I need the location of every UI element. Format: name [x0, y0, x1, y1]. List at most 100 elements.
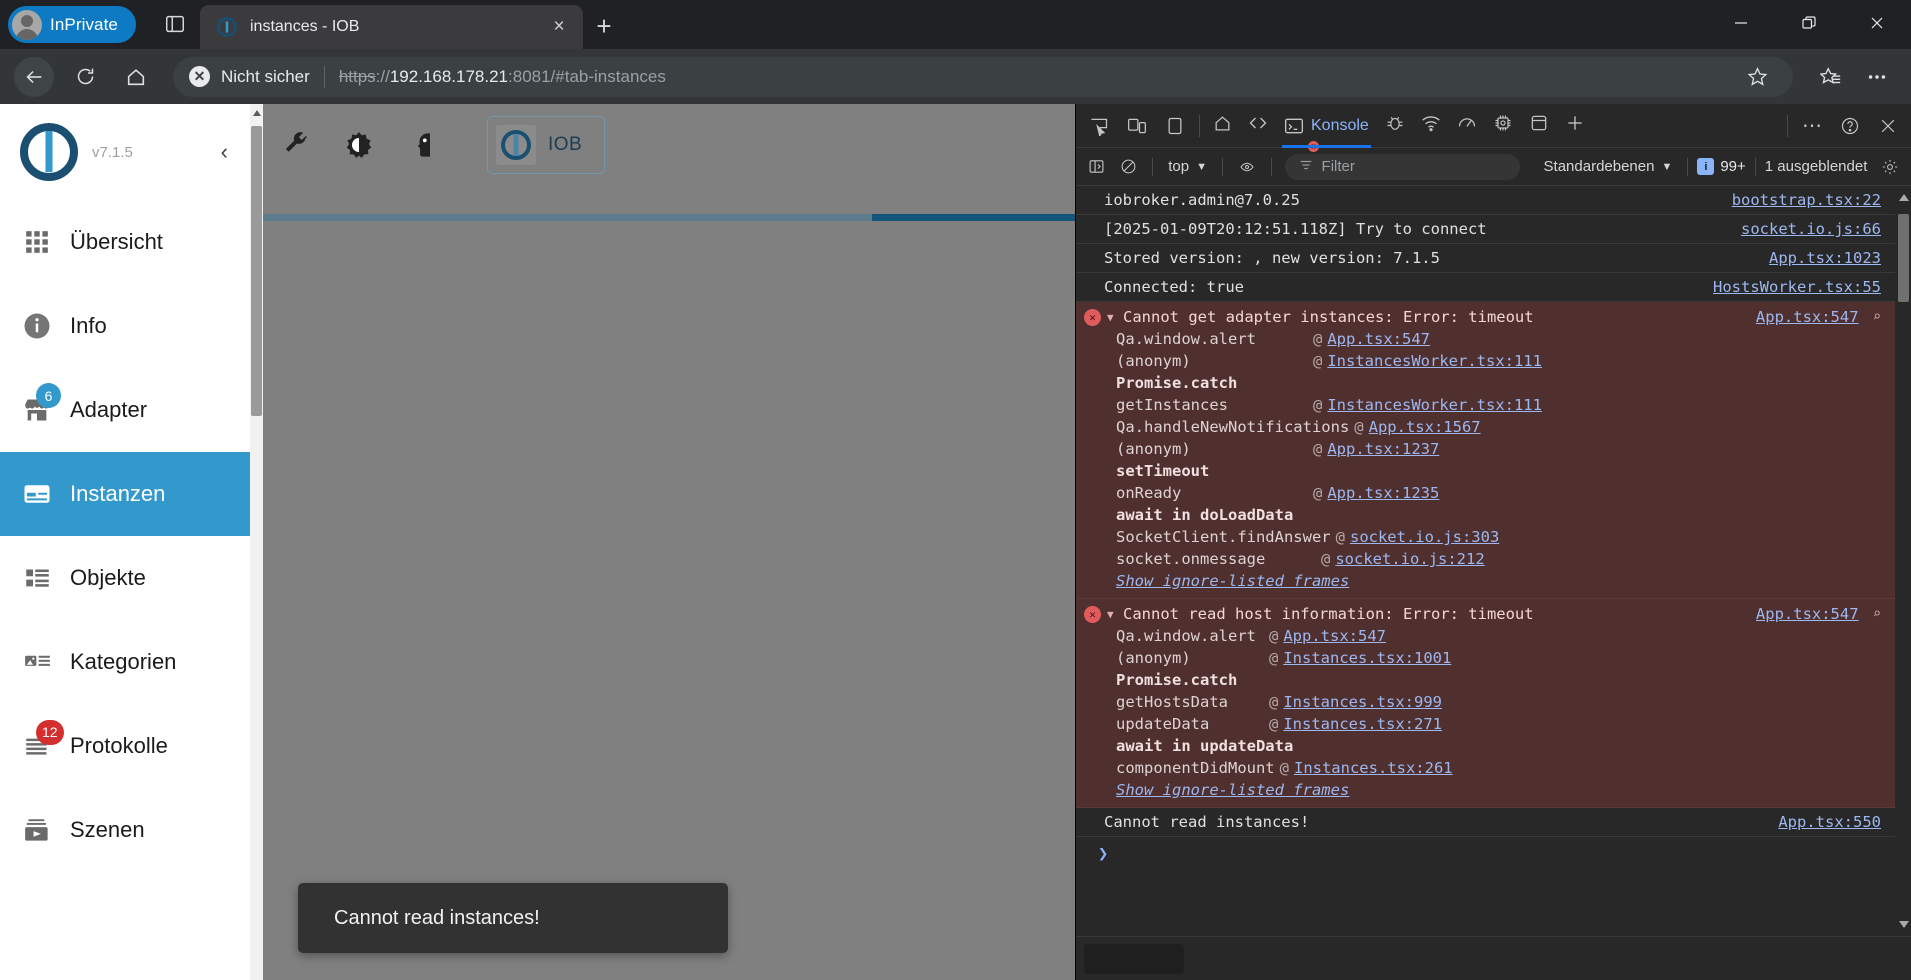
show-ignore-listed-frames-link[interactable]: Show ignore-listed frames [1076, 570, 1895, 592]
scrollbar-thumb[interactable] [1898, 214, 1909, 302]
close-icon[interactable]: × [545, 13, 573, 41]
sidebar-item-info[interactable]: Info [0, 284, 250, 368]
sidebar-item-objekte[interactable]: Objekte [0, 536, 250, 620]
tab-console[interactable]: x Konsole [1276, 104, 1377, 153]
new-tab-button[interactable]: + [585, 8, 623, 44]
tab-network[interactable] [1413, 104, 1449, 148]
stack-link[interactable]: Instances.tsx:271 [1283, 715, 1442, 733]
search-icon[interactable]: ⌕ [1873, 606, 1881, 622]
console-error-group[interactable]: ✕ ▼ Cannot get adapter instances: Error:… [1076, 302, 1895, 599]
scroll-up-arrow-icon[interactable] [1899, 194, 1909, 201]
stack-link[interactable]: App.tsx:1237 [1327, 440, 1439, 458]
log-source-link[interactable]: HostsWorker.tsx:55 [1713, 278, 1881, 296]
show-ignore-listed-frames-link[interactable]: Show ignore-listed frames [1076, 779, 1895, 801]
tab-application[interactable] [1521, 104, 1557, 148]
browser-settings-icon[interactable] [1857, 57, 1897, 97]
minimize-icon[interactable] [1707, 0, 1775, 45]
log-source-link[interactable]: bootstrap.tsx:22 [1732, 191, 1881, 209]
stack-link[interactable]: App.tsx:1567 [1369, 418, 1481, 436]
host-chip[interactable]: IOB [487, 116, 606, 174]
stack-link[interactable]: InstancesWorker.tsx:111 [1327, 352, 1542, 370]
back-icon[interactable] [14, 56, 54, 97]
console-log-row[interactable]: Stored version: , new version: 7.1.5 App… [1076, 244, 1895, 273]
wrench-icon[interactable] [281, 131, 309, 159]
close-window-icon[interactable] [1843, 0, 1911, 45]
scroll-down-arrow-icon[interactable] [1899, 921, 1909, 928]
console-scrollbar[interactable] [1895, 186, 1911, 936]
sidebar-item-instanzen[interactable]: Instanzen [0, 452, 250, 536]
error-header[interactable]: ✕ ▼ Cannot read host information: Error:… [1076, 603, 1895, 625]
stack-link[interactable]: App.tsx:1235 [1327, 484, 1439, 502]
stack-label: Promise.catch [1116, 374, 1238, 392]
stack-link[interactable]: socket.io.js:212 [1335, 550, 1484, 568]
browser-tab[interactable]: instances - IOB × [200, 5, 583, 49]
collapse-sidebar-icon[interactable]: ‹ [221, 139, 228, 165]
log-source-link[interactable]: App.tsx:1023 [1769, 249, 1881, 267]
reload-icon[interactable] [65, 57, 105, 97]
console-output[interactable]: iobroker.admin@7.0.25 bootstrap.tsx:22 [… [1076, 186, 1911, 936]
log-levels-select[interactable]: Standardebenen ▼ [1538, 158, 1679, 175]
dock-panel-icon[interactable] [1156, 107, 1194, 145]
tab-memory[interactable] [1485, 104, 1521, 148]
toast-notification[interactable]: Cannot read instances! [298, 883, 728, 953]
drawer-tab[interactable] [1084, 943, 1184, 974]
tab-sources[interactable] [1377, 104, 1413, 148]
log-source-link[interactable]: socket.io.js:66 [1741, 220, 1881, 238]
log-source-link[interactable]: App.tsx:550 [1778, 813, 1881, 831]
console-log-row[interactable]: Connected: true HostsWorker.tsx:55 [1076, 273, 1895, 302]
stack-link[interactable]: socket.io.js:303 [1350, 528, 1499, 546]
search-icon[interactable]: ⌕ [1873, 309, 1881, 325]
error-source-link[interactable]: App.tsx:547 [1756, 308, 1859, 326]
console-input[interactable]: ❯ [1076, 837, 1895, 871]
scrollbar-thumb[interactable] [251, 126, 262, 416]
live-expression-icon[interactable] [1232, 152, 1262, 182]
stack-link[interactable]: App.tsx:547 [1327, 330, 1430, 348]
tab-search-button[interactable] [157, 8, 193, 40]
stack-link[interactable]: Instances.tsx:1001 [1283, 649, 1451, 667]
error-header[interactable]: ✕ ▼ Cannot get adapter instances: Error:… [1076, 306, 1895, 328]
console-error-group[interactable]: ✕ ▼ Cannot read host information: Error:… [1076, 599, 1895, 808]
execution-context-select[interactable]: top ▼ [1162, 158, 1213, 175]
sidebar-item-adapter[interactable]: 6 Adapter [0, 368, 250, 452]
contrast-icon[interactable] [345, 131, 373, 159]
add-panel-button[interactable] [1557, 104, 1593, 148]
help-icon[interactable] [1831, 107, 1869, 145]
expert-mode-icon[interactable] [409, 131, 437, 159]
collections-icon[interactable] [1811, 57, 1851, 97]
scroll-up-arrow-icon[interactable] [253, 110, 261, 116]
expand-triangle-icon[interactable]: ▼ [1107, 311, 1117, 324]
sidebar-item-protokolle[interactable]: 12 Protokolle [0, 704, 250, 788]
stack-link[interactable]: Instances.tsx:999 [1283, 693, 1442, 711]
close-devtools-icon[interactable] [1869, 107, 1907, 145]
inspect-element-icon[interactable] [1080, 107, 1118, 145]
tab-welcome[interactable] [1205, 104, 1240, 148]
favorite-icon[interactable] [1737, 57, 1777, 97]
console-filter-input[interactable]: Filter [1284, 153, 1520, 180]
more-options-icon[interactable]: ⋯ [1793, 107, 1831, 145]
console-log-row[interactable]: iobroker.admin@7.0.25 bootstrap.tsx:22 [1076, 186, 1895, 215]
stack-link[interactable]: Instances.tsx:261 [1294, 759, 1453, 777]
sidebar-item-szenen[interactable]: Szenen [0, 788, 250, 872]
gear-icon[interactable] [1875, 152, 1905, 182]
home-icon[interactable] [116, 57, 156, 97]
console-log-row[interactable]: [2025-01-09T20:12:51.118Z] Try to connec… [1076, 215, 1895, 244]
error-source-link[interactable]: App.tsx:547 [1756, 605, 1859, 623]
clear-console-icon[interactable] [1114, 152, 1144, 182]
console-sidebar-icon[interactable] [1082, 152, 1112, 182]
toast-message: Cannot read instances! [334, 906, 540, 929]
restore-icon[interactable] [1775, 0, 1843, 45]
sidebar-item-kategorien[interactable]: Kategorien [0, 620, 250, 704]
stack-link[interactable]: App.tsx:547 [1283, 627, 1386, 645]
log-text: Cannot read instances! [1104, 813, 1310, 831]
page-scrollbar[interactable] [250, 104, 263, 980]
stack-link[interactable]: InstancesWorker.tsx:111 [1327, 396, 1542, 414]
console-log-row[interactable]: Cannot read instances! App.tsx:550 [1076, 808, 1895, 837]
tab-elements[interactable] [1240, 104, 1276, 148]
inprivate-profile-pill[interactable]: InPrivate [8, 6, 136, 43]
device-toolbar-icon[interactable] [1118, 107, 1156, 145]
issues-badge[interactable]: i 99+ [1697, 158, 1746, 175]
tab-performance[interactable] [1449, 104, 1485, 148]
address-bar[interactable]: ✕ Nicht sicher https://192.168.178.21:80… [173, 56, 1793, 97]
expand-triangle-icon[interactable]: ▼ [1107, 608, 1117, 621]
sidebar-item-uebersicht[interactable]: Übersicht [0, 200, 250, 284]
